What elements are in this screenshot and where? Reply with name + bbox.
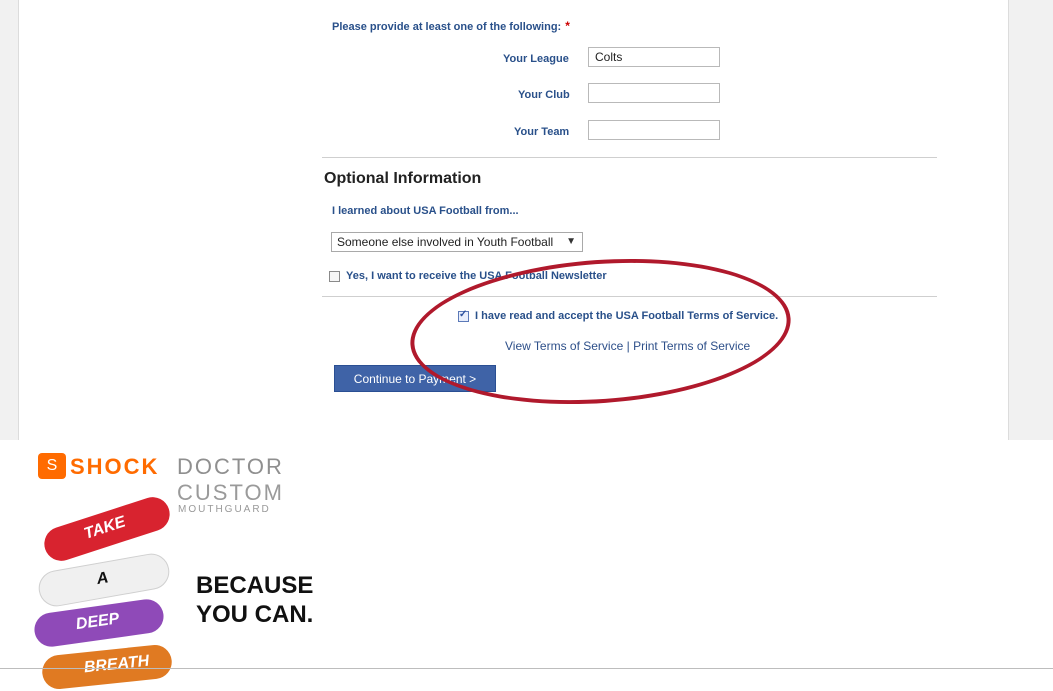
team-input[interactable] <box>588 120 720 140</box>
league-input[interactable] <box>588 47 720 67</box>
ad-brand-custom: CUSTOM <box>177 480 284 505</box>
learned-about-select[interactable]: Someone else involved in Youth Football … <box>331 232 583 252</box>
provide-at-least-one-text: Please provide at least one of the follo… <box>332 19 570 33</box>
left-rail <box>0 0 19 440</box>
team-label: Your Team <box>514 126 570 138</box>
learned-selected-value: Someone else involved in Youth Football <box>337 235 554 249</box>
mouthguard-breath: BREATH <box>40 643 174 691</box>
ad-word-take: TAKE <box>82 513 128 543</box>
learned-about-label: I learned about USA Football from... <box>332 205 519 217</box>
newsletter-checkbox[interactable] <box>329 271 340 282</box>
right-rail <box>1008 0 1053 440</box>
ad-word-breath: BREATH <box>83 652 150 677</box>
ad-tagline-you-can: YOU CAN. <box>196 601 314 628</box>
club-label: Your Club <box>518 89 570 101</box>
ad-word-a: A <box>95 569 110 589</box>
ad-brand-mouthguard: MOUTHGUARD <box>178 504 271 515</box>
club-input[interactable] <box>588 83 720 103</box>
section-divider-top <box>322 157 937 158</box>
ad-word-deep: DEEP <box>74 610 121 634</box>
shockdoctor-ad[interactable]: S SHOCK DOCTOR CUSTOM MOUTHGUARD TAKE A … <box>32 450 332 691</box>
ad-brand-shock: SHOCK <box>70 454 160 479</box>
optional-info-title: Optional Information <box>324 170 482 187</box>
bottom-border <box>0 668 1053 669</box>
provide-text: Please provide at least one of the follo… <box>332 21 562 33</box>
shockdoctor-logo-icon: S <box>38 453 66 479</box>
chevron-down-icon: ▼ <box>566 236 576 247</box>
league-label: Your League <box>503 53 569 65</box>
ad-brand-doctor: DOCTOR <box>177 454 284 479</box>
ad-tagline-because: BECAUSE <box>196 572 314 599</box>
required-marker: * <box>565 19 570 33</box>
